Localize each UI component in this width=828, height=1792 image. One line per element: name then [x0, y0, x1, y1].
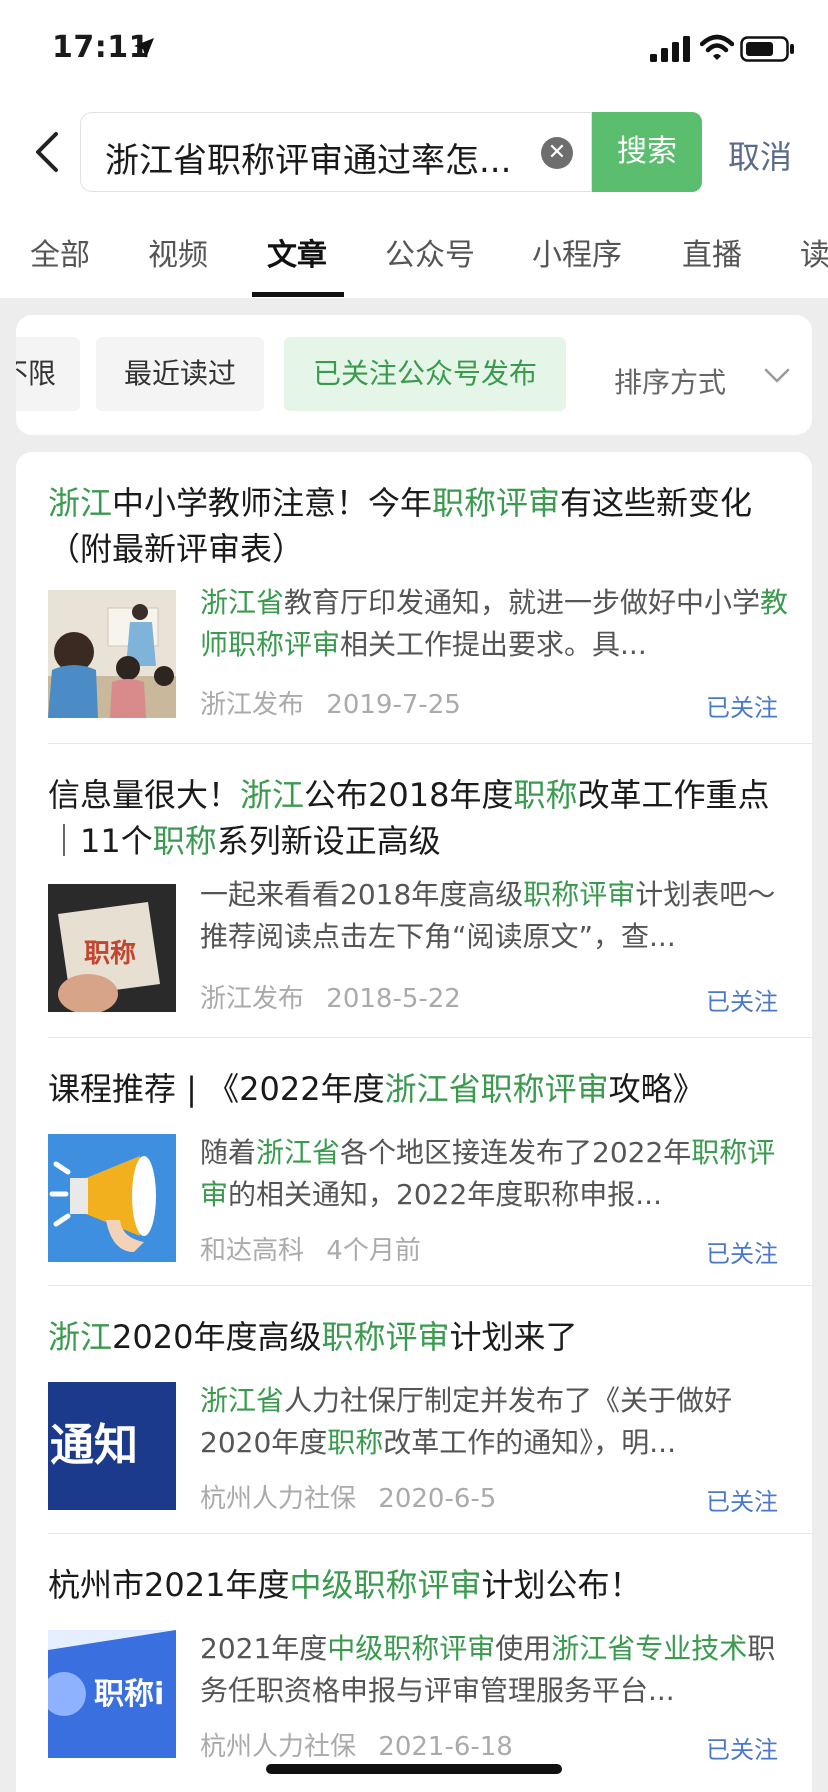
- article-date: 2018-5-22: [326, 984, 461, 1014]
- classroom-image: [48, 590, 176, 718]
- article-title[interactable]: 杭州市2021年度中级职称评审计划公布！: [48, 1562, 788, 1608]
- article-meta: 浙江发布 2018-5-22: [200, 978, 461, 1015]
- home-indicator[interactable]: [266, 1764, 562, 1774]
- followed-badge: 已关注: [706, 1240, 778, 1268]
- cellular-signal-icon: [650, 36, 690, 62]
- article-meta: 和达高科 4个月前: [200, 1230, 421, 1267]
- thumb-label: 职称: [84, 939, 136, 969]
- thumb-label: 通知: [50, 1420, 138, 1471]
- list-item[interactable]: 杭州市2021年度中级职称评审计划公布！ 职称i 2021年度中级职称评审使用浙…: [16, 1534, 812, 1792]
- followed-badge: 已关注: [706, 1488, 778, 1516]
- list-item[interactable]: 浙江中小学教师注意！今年职称评审有这些新变化（附最新评审表） 浙江省教育厅印发通…: [16, 452, 812, 744]
- article-excerpt: 随着浙江省各个地区接连发布了2022年职称评审的相关通知，2022年度职称申报.…: [200, 1136, 776, 1211]
- back-chevron-icon[interactable]: [30, 130, 66, 174]
- tab-live[interactable]: 直播: [682, 230, 742, 274]
- sort-dropdown[interactable]: 排序方式: [614, 361, 726, 401]
- filter-chip-recently-read[interactable]: 最近读过: [96, 337, 264, 411]
- list-item[interactable]: 信息量很大！浙江公布2018年度职称改革工作重点｜11个职称系列新设正高级 职称…: [16, 744, 812, 1038]
- article-title[interactable]: 浙江2020年度高级职称评审计划来了: [48, 1314, 788, 1360]
- battery-icon: [740, 36, 794, 62]
- followed-badge: 已关注: [706, 1736, 778, 1764]
- tab-video[interactable]: 视频: [148, 230, 208, 274]
- article-meta: 浙江发布 2019-7-25: [200, 684, 461, 721]
- search-query-text[interactable]: 浙江省职称评审通过率怎...: [105, 133, 525, 182]
- thumb-label: 职称i: [94, 1677, 164, 1712]
- cancel-button[interactable]: 取消: [728, 132, 792, 178]
- article-source: 杭州人力社保: [200, 1484, 357, 1514]
- top-bar: 17:11 浙江省职称评审通过率怎... ✕ 搜索 取消 全部 视频 文章 公众…: [0, 0, 828, 298]
- tab-official-accounts[interactable]: 公众号: [385, 230, 475, 274]
- tab-articles[interactable]: 文章: [267, 230, 327, 274]
- search-results: 浙江中小学教师注意！今年职称评审有这些新变化（附最新评审表） 浙江省教育厅印发通…: [16, 452, 812, 1792]
- search-input[interactable]: 浙江省职称评审通过率怎... ✕: [80, 112, 592, 192]
- article-thumbnail[interactable]: 职称: [48, 884, 176, 1012]
- filter-chip-unlimited[interactable]: 不限: [16, 337, 80, 411]
- article-source: 杭州人力社保: [200, 1732, 357, 1762]
- list-item[interactable]: 课程推荐 | 《2022年度浙江省职称评审攻略》 随着浙江省各个地区接连发布了2…: [16, 1038, 812, 1286]
- list-item[interactable]: 浙江2020年度高级职称评审计划来了 通知 浙江省人力社保厅制定并发布了《关于做…: [16, 1286, 812, 1534]
- article-excerpt: 浙江省教育厅印发通知，就进一步做好中小学教师职称评审相关工作提出要求。具...: [200, 586, 789, 661]
- search-button[interactable]: 搜索: [592, 112, 702, 192]
- article-title[interactable]: 课程推荐 | 《2022年度浙江省职称评审攻略》: [48, 1066, 788, 1112]
- article-source: 浙江发布: [200, 984, 305, 1014]
- filter-chip-followed-accounts[interactable]: 已关注公众号发布: [284, 337, 566, 411]
- article-thumbnail[interactable]: 职称i: [48, 1630, 176, 1758]
- tab-reading[interactable]: 读: [800, 230, 828, 274]
- article-title[interactable]: 浙江中小学教师注意！今年职称评审有这些新变化（附最新评审表）: [48, 480, 788, 572]
- title-banner-image: 职称i: [48, 1630, 176, 1758]
- location-arrow-icon: [134, 38, 154, 58]
- article-thumbnail[interactable]: 通知: [48, 1382, 176, 1510]
- article-source: 和达高科: [200, 1236, 305, 1266]
- article-meta: 杭州人力社保 2020-6-5: [200, 1478, 496, 1515]
- filter-bar: 不限 最近读过 已关注公众号发布 排序方式: [16, 315, 812, 435]
- megaphone-image: [48, 1134, 176, 1262]
- article-meta: 杭州人力社保 2021-6-18: [200, 1726, 513, 1763]
- status-bar: 17:11: [0, 0, 828, 100]
- wifi-icon: [700, 34, 734, 60]
- notice-image: 通知: [48, 1382, 176, 1510]
- article-thumbnail[interactable]: [48, 590, 176, 718]
- tab-mini-programs[interactable]: 小程序: [532, 230, 622, 274]
- article-source: 浙江发布: [200, 690, 305, 720]
- tab-all[interactable]: 全部: [30, 230, 90, 274]
- article-thumbnail[interactable]: [48, 1134, 176, 1262]
- chevron-down-icon[interactable]: [764, 367, 790, 385]
- title-card-image: 职称: [48, 884, 176, 1012]
- article-title[interactable]: 信息量很大！浙江公布2018年度职称改革工作重点｜11个职称系列新设正高级: [48, 772, 788, 864]
- article-date: 2020-6-5: [378, 1484, 497, 1514]
- article-date: 2021-6-18: [378, 1732, 513, 1762]
- article-date: 2019-7-25: [326, 690, 461, 720]
- article-excerpt: 一起来看看2018年度高级职称评审计划表吧～推荐阅读点击左下角“阅读原文”，查.…: [200, 878, 776, 953]
- article-date: 4个月前: [326, 1236, 421, 1266]
- active-tab-indicator: [252, 292, 344, 297]
- article-excerpt: 2021年度中级职称评审使用浙江省专业技术职务任职资格申报与评审管理服务平台..…: [200, 1632, 776, 1707]
- followed-badge: 已关注: [706, 988, 778, 1016]
- article-excerpt: 浙江省人力社保厅制定并发布了《关于做好2020年度职称改革工作的通知》，明...: [200, 1384, 733, 1459]
- followed-badge: 已关注: [706, 694, 778, 722]
- clear-icon[interactable]: ✕: [541, 137, 573, 169]
